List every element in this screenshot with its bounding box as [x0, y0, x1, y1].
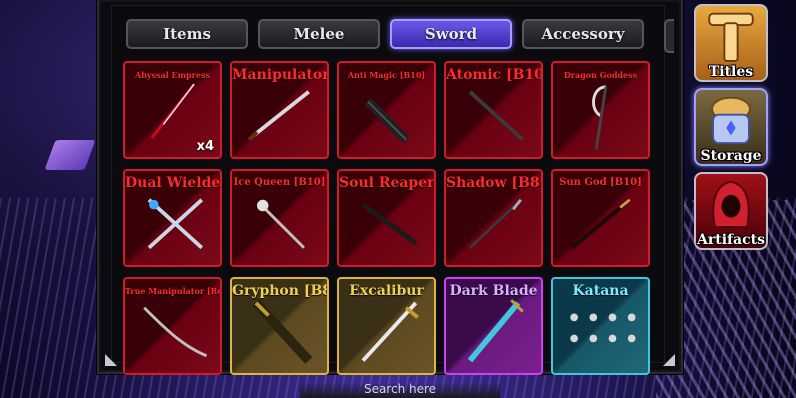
item-name: Soul Reaper — [339, 175, 435, 191]
tab-melee[interactable]: Melee — [258, 19, 380, 49]
item-name: Katana — [572, 283, 629, 299]
item-slot[interactable]: Manipulator — [230, 61, 329, 159]
item-name: Sun God [B10] — [559, 177, 642, 188]
titles-label: Titles — [708, 64, 754, 80]
item-slot[interactable]: Soul Reaper — [337, 169, 436, 267]
tab-overflow — [664, 19, 674, 53]
item-slot[interactable]: Anti Magic [B10] — [337, 61, 436, 159]
item-name: Dragon Goddess — [563, 70, 638, 80]
tab-items[interactable]: Items — [126, 19, 248, 49]
item-slot[interactable]: Sun God [B10] — [551, 169, 650, 267]
item-name: Atomic [B10] — [446, 67, 543, 83]
item-count: x4 — [196, 139, 214, 154]
item-name: Excalibur — [349, 283, 424, 299]
item-slot[interactable]: Shadow [B8] — [444, 169, 543, 267]
item-slot[interactable]: Ice Queen [B10] — [230, 169, 329, 267]
item-slot[interactable]: Excalibur — [337, 277, 436, 375]
storage-label: Storage — [700, 148, 762, 164]
item-name: Manipulator — [232, 67, 329, 83]
artifacts-button[interactable]: Artifacts — [694, 172, 768, 250]
item-slot[interactable]: Atomic [B10] — [444, 61, 543, 159]
item-name: Gryphon [B8] — [232, 283, 329, 299]
artifacts-label: Artifacts — [697, 232, 765, 248]
item-slot[interactable]: Katana — [551, 277, 650, 375]
item-slot[interactable]: Dual Wielder — [123, 169, 222, 267]
item-grid: Abyssal Empress x4 Manipulator Anti Magic [… — [123, 61, 650, 375]
titles-button[interactable]: Titles — [694, 4, 768, 82]
item-slot[interactable]: Gryphon [B8] — [230, 277, 329, 375]
background-crystal — [44, 140, 96, 170]
item-slot[interactable]: Dragon Goddess — [551, 61, 650, 159]
tab-sword[interactable]: Sword — [390, 19, 512, 49]
item-name: Dark Blade — [449, 283, 538, 299]
category-tabs: Items Melee Sword Accessory — [126, 19, 644, 49]
item-name: Anti Magic [B10] — [347, 70, 426, 80]
tab-accessory[interactable]: Accessory — [522, 19, 644, 49]
item-slot[interactable]: Dark Blade — [444, 277, 543, 375]
search-input[interactable]: Search here — [300, 382, 500, 398]
item-name: Shadow [B8] — [446, 175, 543, 191]
item-name: Dual Wielder — [125, 175, 222, 191]
item-name: Ice Queen [B10] — [233, 177, 326, 188]
item-name: True Manipulator [Red] — [125, 286, 222, 296]
item-name: Abyssal Empress — [135, 70, 210, 80]
item-slot[interactable]: True Manipulator [Red] — [123, 277, 222, 375]
storage-button[interactable]: Storage — [694, 88, 768, 166]
item-slot[interactable]: Abyssal Empress x4 — [123, 61, 222, 159]
